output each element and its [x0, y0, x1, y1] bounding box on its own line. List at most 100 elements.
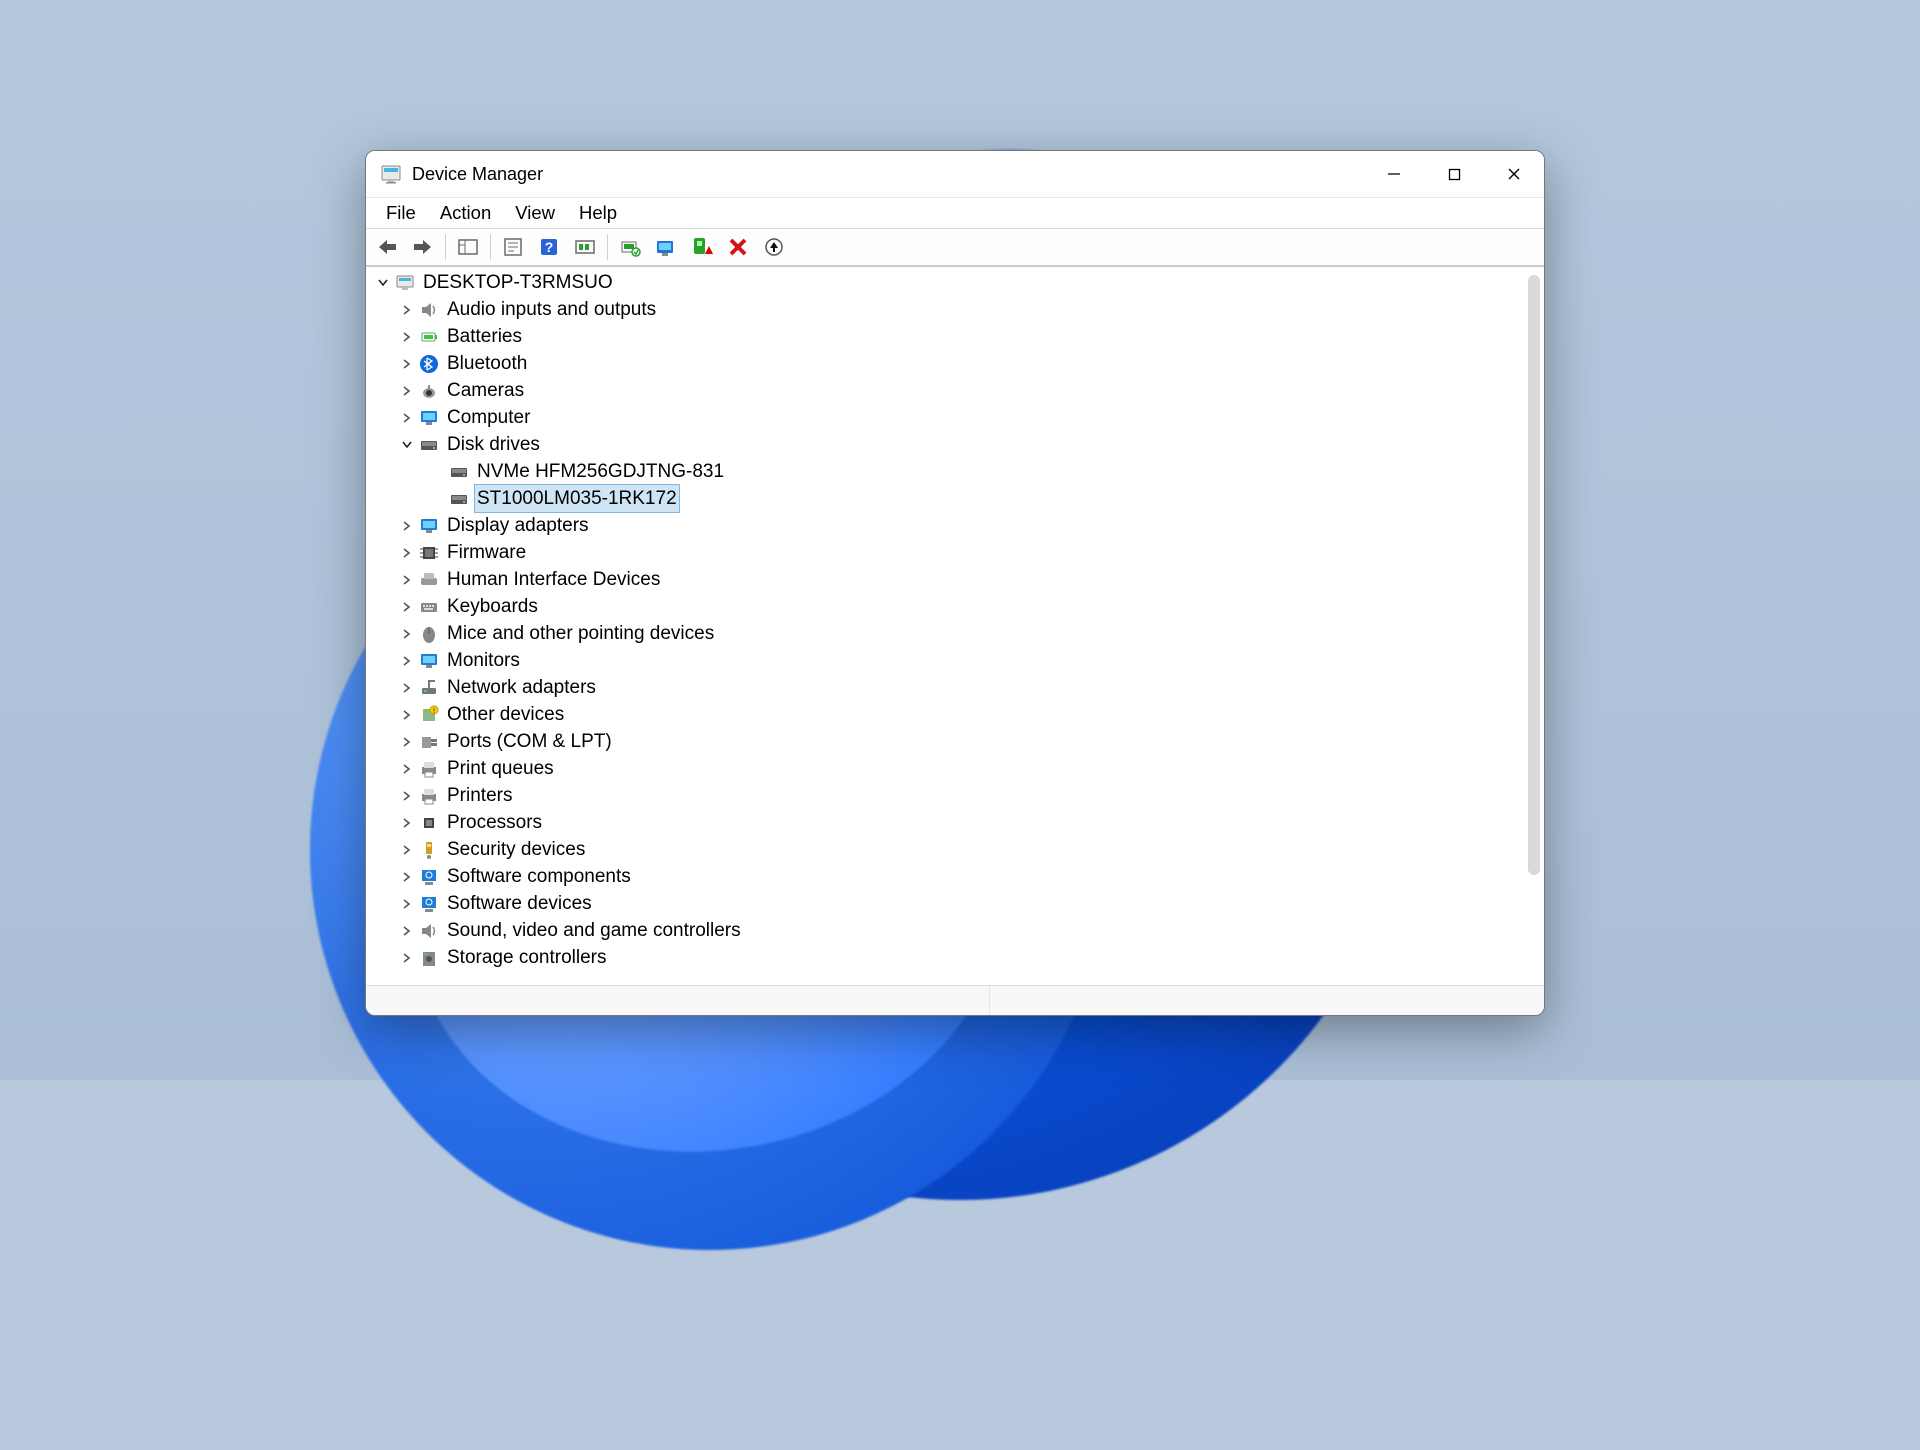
tree-category[interactable]: Computer — [372, 404, 1544, 431]
svg-text:!: ! — [433, 708, 435, 715]
collapse-chevron-icon[interactable] — [398, 760, 416, 778]
add-legacy-hardware-button[interactable] — [757, 232, 791, 262]
node-icon — [418, 758, 440, 780]
collapse-chevron-icon[interactable] — [398, 625, 416, 643]
tree-category[interactable]: Network adapters — [372, 674, 1544, 701]
node-label: Print queues — [444, 755, 557, 782]
collapse-chevron-icon[interactable] — [398, 706, 416, 724]
tree-category[interactable]: Firmware — [372, 539, 1544, 566]
device-manager-window: Device Manager File Action View Help ? D… — [365, 150, 1545, 1016]
tree-device[interactable]: NVMe HFM256GDJTNG-831 — [372, 458, 1544, 485]
enable-device-button[interactable] — [649, 232, 683, 262]
toolbar-sep — [445, 234, 446, 260]
tree-device[interactable]: ST1000LM035-1RK172 — [372, 485, 1544, 512]
tree-category[interactable]: Disk drives — [372, 431, 1544, 458]
minimize-button[interactable] — [1364, 151, 1424, 197]
collapse-chevron-icon[interactable] — [398, 301, 416, 319]
collapse-chevron-icon[interactable] — [398, 841, 416, 859]
collapse-chevron-icon[interactable] — [398, 895, 416, 913]
collapse-chevron-icon[interactable] — [398, 571, 416, 589]
node-icon — [418, 893, 440, 915]
node-icon — [418, 380, 440, 402]
collapse-chevron-icon[interactable] — [398, 652, 416, 670]
collapse-chevron-icon[interactable] — [398, 733, 416, 751]
properties-button[interactable] — [496, 232, 530, 262]
close-button[interactable] — [1484, 151, 1544, 197]
collapse-chevron-icon[interactable] — [398, 382, 416, 400]
tree-root[interactable]: DESKTOP-T3RMSUO — [372, 269, 1544, 296]
tree-category[interactable]: Security devices — [372, 836, 1544, 863]
vertical-scrollbar[interactable] — [1528, 275, 1540, 875]
statusbar-cell — [1414, 986, 1544, 1015]
node-label: Bluetooth — [444, 350, 530, 377]
node-label: Disk drives — [444, 431, 543, 458]
node-icon — [418, 569, 440, 591]
scan-hardware-button[interactable] — [568, 232, 602, 262]
nav-forward-button[interactable] — [406, 232, 440, 262]
node-label: Printers — [444, 782, 515, 809]
tree-category[interactable]: Keyboards — [372, 593, 1544, 620]
node-label: ST1000LM035-1RK172 — [474, 484, 680, 513]
tree-category[interactable]: Software components — [372, 863, 1544, 890]
nav-back-button[interactable] — [370, 232, 404, 262]
titlebar[interactable]: Device Manager — [366, 151, 1544, 197]
tree-category[interactable]: Display adapters — [372, 512, 1544, 539]
collapse-chevron-icon[interactable] — [398, 544, 416, 562]
collapse-chevron-icon[interactable] — [398, 868, 416, 886]
tree-category[interactable]: Print queues — [372, 755, 1544, 782]
tree-category[interactable]: Software devices — [372, 890, 1544, 917]
menu-view[interactable]: View — [503, 199, 567, 227]
tree-category[interactable]: Batteries — [372, 323, 1544, 350]
tree-category[interactable]: Mice and other pointing devices — [372, 620, 1544, 647]
node-label: Processors — [444, 809, 545, 836]
device-tree[interactable]: DESKTOP-T3RMSUOAudio inputs and outputsB… — [366, 267, 1544, 985]
menu-file[interactable]: File — [374, 199, 428, 227]
maximize-button[interactable] — [1424, 151, 1484, 197]
collapse-chevron-icon[interactable] — [398, 598, 416, 616]
tree-category[interactable]: Ports (COM & LPT) — [372, 728, 1544, 755]
collapse-chevron-icon[interactable] — [398, 922, 416, 940]
menu-action[interactable]: Action — [428, 199, 503, 227]
update-driver-button[interactable] — [613, 232, 647, 262]
tree-category[interactable]: Printers — [372, 782, 1544, 809]
app-icon — [380, 163, 402, 185]
window-title: Device Manager — [412, 164, 543, 185]
collapse-chevron-icon[interactable] — [398, 355, 416, 373]
collapse-chevron-icon[interactable] — [398, 679, 416, 697]
uninstall-device-button[interactable] — [721, 232, 755, 262]
help-button[interactable]: ? — [532, 232, 566, 262]
collapse-chevron-icon[interactable] — [398, 949, 416, 967]
tree-category[interactable]: Sound, video and game controllers — [372, 917, 1544, 944]
collapse-chevron-icon[interactable] — [398, 517, 416, 535]
node-label: Security devices — [444, 836, 588, 863]
toolbar: ? — [366, 229, 1544, 266]
node-label: Display adapters — [444, 512, 592, 539]
collapse-chevron-icon[interactable] — [398, 814, 416, 832]
tree-category[interactable]: Audio inputs and outputs — [372, 296, 1544, 323]
collapse-chevron-icon[interactable] — [398, 328, 416, 346]
tree-category[interactable]: Monitors — [372, 647, 1544, 674]
menu-help[interactable]: Help — [567, 199, 629, 227]
collapse-chevron-icon[interactable] — [398, 409, 416, 427]
tree-category[interactable]: Storage controllers — [372, 944, 1544, 971]
collapse-chevron-icon[interactable] — [398, 787, 416, 805]
statusbar — [366, 985, 1544, 1015]
node-icon: ! — [418, 704, 440, 726]
node-icon — [418, 947, 440, 969]
chevron-placeholder — [428, 490, 446, 508]
tree-panel: DESKTOP-T3RMSUOAudio inputs and outputsB… — [366, 266, 1544, 985]
node-icon — [418, 920, 440, 942]
tree-category[interactable]: Cameras — [372, 377, 1544, 404]
tree-category[interactable]: Bluetooth — [372, 350, 1544, 377]
disable-device-button[interactable] — [685, 232, 719, 262]
svg-text:?: ? — [545, 239, 554, 255]
expand-chevron-icon[interactable] — [374, 274, 392, 292]
tree-category[interactable]: !Other devices — [372, 701, 1544, 728]
node-icon — [418, 353, 440, 375]
menubar: File Action View Help — [366, 197, 1544, 229]
tree-category[interactable]: Processors — [372, 809, 1544, 836]
tree-category[interactable]: Human Interface Devices — [372, 566, 1544, 593]
expand-chevron-icon[interactable] — [398, 436, 416, 454]
show-hide-tree-button[interactable] — [451, 232, 485, 262]
node-label: Monitors — [444, 647, 523, 674]
